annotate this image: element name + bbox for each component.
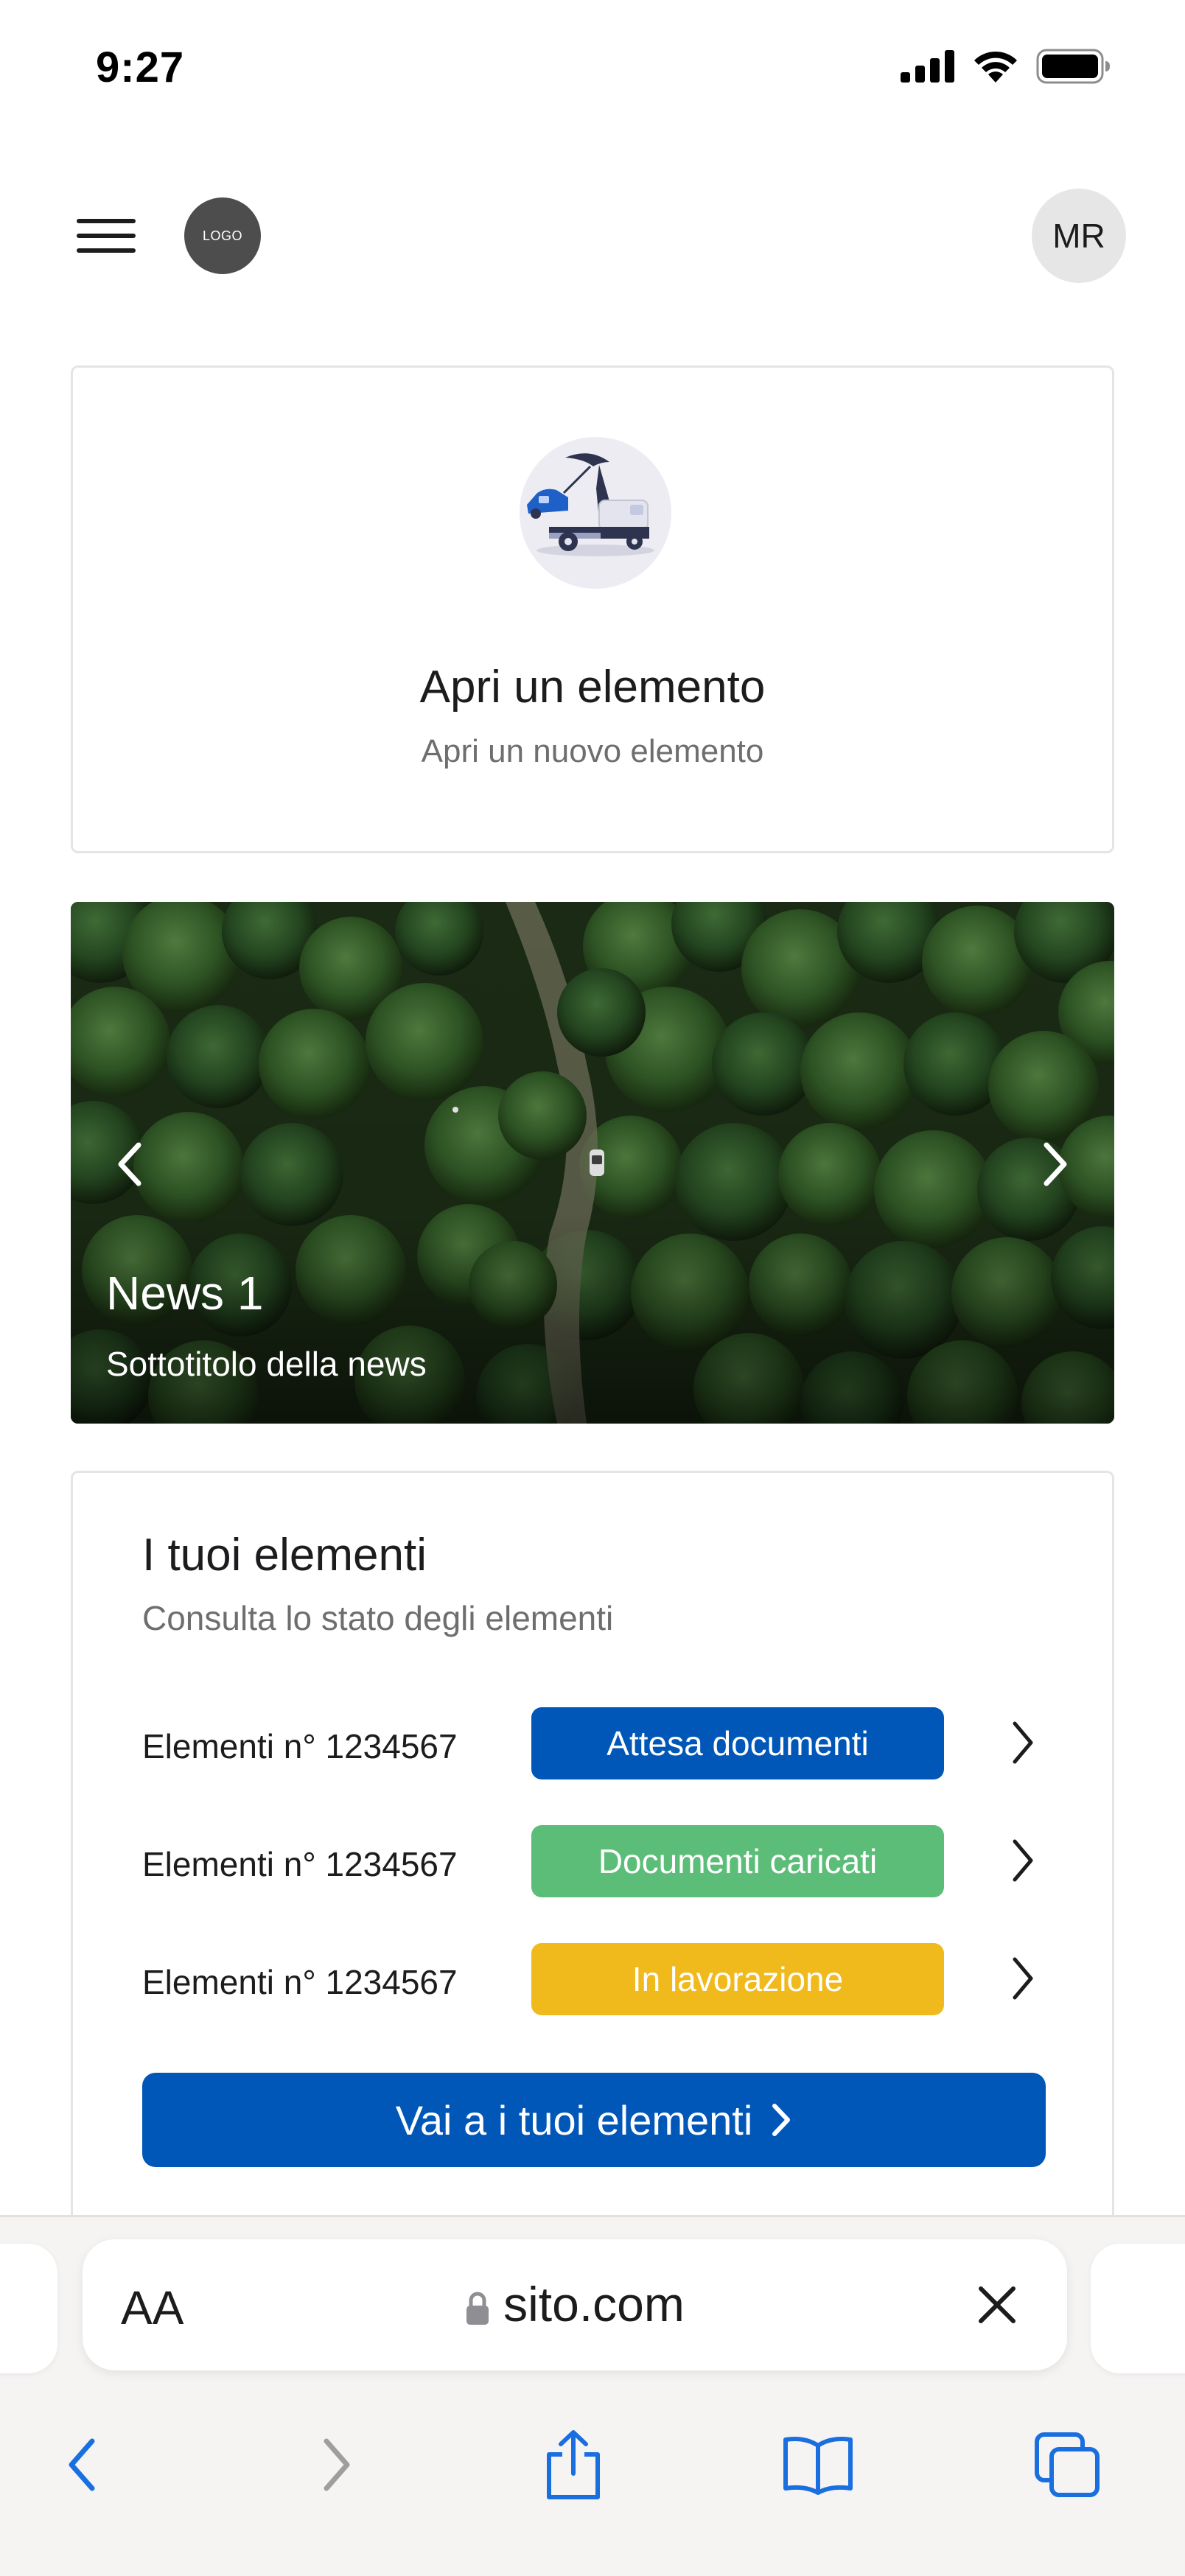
bookmarks-button[interactable] (774, 2421, 862, 2509)
open-element-card[interactable]: Apri un elemento Apri un nuovo elemento (71, 365, 1114, 853)
close-icon[interactable] (971, 2279, 1023, 2331)
avatar-initials: MR (1052, 217, 1105, 255)
element-row[interactable]: Elementi n° 1234567 In lavorazione (142, 1943, 1046, 2017)
elements-subtitle: Consulta lo stato degli elementi (142, 1599, 614, 1637)
url-display[interactable]: sito.com (83, 2276, 1067, 2332)
back-button[interactable] (38, 2421, 127, 2509)
avatar[interactable]: MR (1032, 189, 1126, 283)
chevron-right-icon (772, 2104, 791, 2136)
signal-icon (901, 50, 954, 83)
chevron-right-icon[interactable] (999, 1719, 1046, 1766)
open-card-title: Apri un elemento (419, 662, 766, 713)
tabs-button[interactable] (1023, 2421, 1111, 2509)
element-label: Elementi n° 1234567 (142, 1845, 458, 1883)
chevron-right-icon[interactable] (999, 1955, 1046, 2002)
menu-icon[interactable] (77, 219, 136, 253)
status-icons (901, 49, 1111, 84)
wifi-icon (974, 51, 1017, 83)
previous-tab-preview[interactable] (0, 2244, 57, 2373)
news-title: News 1 (106, 1267, 264, 1320)
battery-icon (1036, 49, 1110, 84)
next-tab-preview[interactable] (1091, 2244, 1185, 2373)
tabs-icon (1035, 2432, 1100, 2497)
carousel-next-button[interactable] (1026, 1135, 1085, 1194)
status-time: 9:27 (96, 43, 185, 91)
news-carousel[interactable]: News 1 Sottotitolo della news (71, 902, 1114, 1424)
chevron-left-icon (118, 1142, 141, 1186)
tow-truck-illustration-icon (520, 437, 671, 589)
news-subtitle: Sottotitolo della news (106, 1345, 427, 1383)
lock-icon (466, 2292, 489, 2325)
status-badge: Documenti caricati (531, 1825, 944, 1897)
open-card-subtitle: Apri un nuovo elemento (421, 733, 764, 769)
forward-button[interactable] (292, 2421, 380, 2509)
app-header: LOGO MR (0, 177, 1185, 295)
element-row[interactable]: Elementi n° 1234567 Documenti caricati (142, 1825, 1046, 1899)
share-button[interactable] (529, 2421, 618, 2509)
browser-bottom-bar: AA sito.com (0, 2215, 1185, 2576)
chevron-right-icon (1044, 1142, 1067, 1186)
share-icon (547, 2430, 600, 2499)
element-label: Elementi n° 1234567 (142, 1727, 458, 1765)
logo-text: LOGO (202, 228, 242, 243)
cta-label: Vai a i tuoi elementi (395, 2096, 753, 2143)
chevron-right-icon[interactable] (999, 1837, 1046, 1884)
carousel-prev-button[interactable] (100, 1135, 159, 1194)
status-badge: In lavorazione (531, 1943, 944, 2015)
bookmarks-icon (783, 2437, 853, 2495)
go-to-elements-button[interactable]: Vai a i tuoi elementi (142, 2073, 1046, 2167)
element-label: Elementi n° 1234567 (142, 1963, 458, 2001)
logo: LOGO (184, 197, 261, 274)
address-bar[interactable]: AA sito.com (83, 2239, 1067, 2370)
browser-toolbar (0, 2421, 1185, 2524)
element-row[interactable]: Elementi n° 1234567 Attesa documenti (142, 1707, 1046, 1781)
chevron-left-icon (69, 2438, 95, 2491)
status-badge: Attesa documenti (531, 1707, 944, 1779)
status-bar: 9:27 (0, 0, 1185, 133)
url-text: sito.com (503, 2277, 685, 2331)
elements-title: I tuoi elementi (142, 1530, 427, 1581)
chevron-right-icon (324, 2438, 350, 2491)
